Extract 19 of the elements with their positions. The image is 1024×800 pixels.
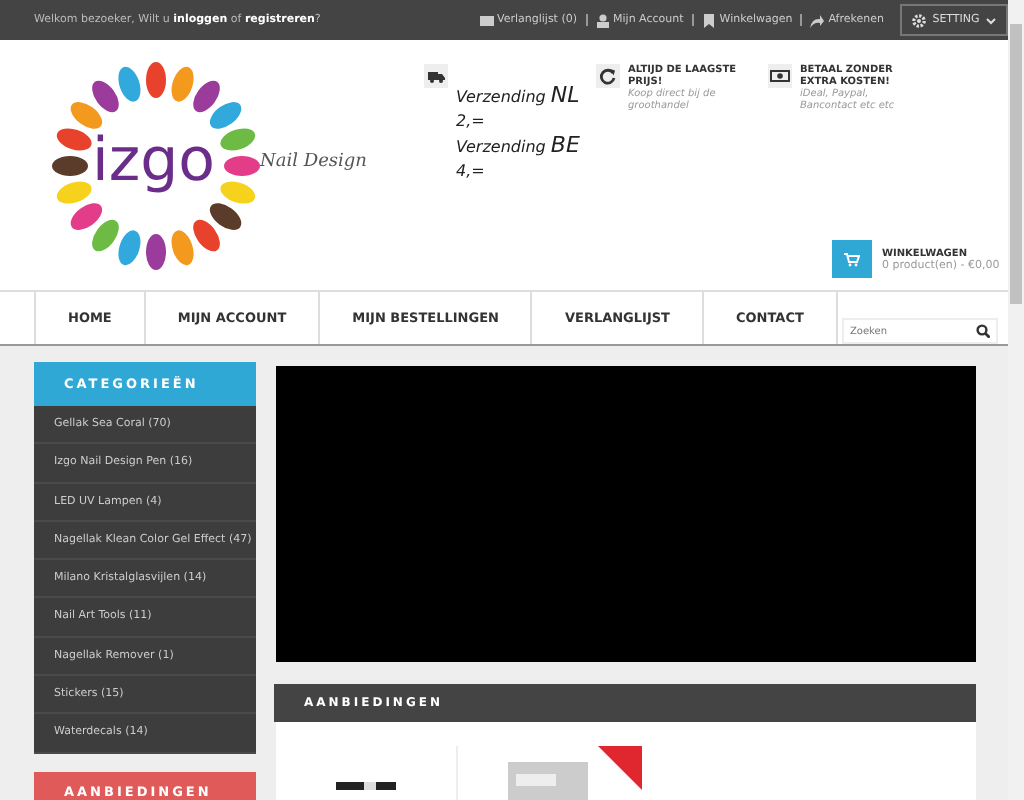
share-icon: [810, 13, 825, 27]
cart-button[interactable]: [832, 240, 872, 278]
banknote-icon: [770, 66, 790, 86]
caret-icon: [985, 15, 996, 25]
list-icon: [479, 13, 493, 27]
search-icon: [976, 324, 990, 338]
shipping-text: 4,=: [456, 160, 487, 184]
logo-tagline: Nail Design: [260, 151, 367, 171]
shipping-text: Verzending BE: [456, 134, 580, 160]
cart-icon: [844, 251, 860, 267]
shipping-text: Verzending NL: [456, 84, 580, 110]
shipping-text: 2,=: [456, 110, 487, 134]
refresh-icon: [598, 66, 618, 86]
scrollbar[interactable]: [1008, 0, 1024, 800]
user-icon: [595, 13, 610, 27]
logo-text: izgo: [92, 127, 215, 195]
settings-icon: [912, 13, 927, 27]
bookmark-icon: [701, 13, 716, 27]
truck-icon: [426, 66, 446, 86]
